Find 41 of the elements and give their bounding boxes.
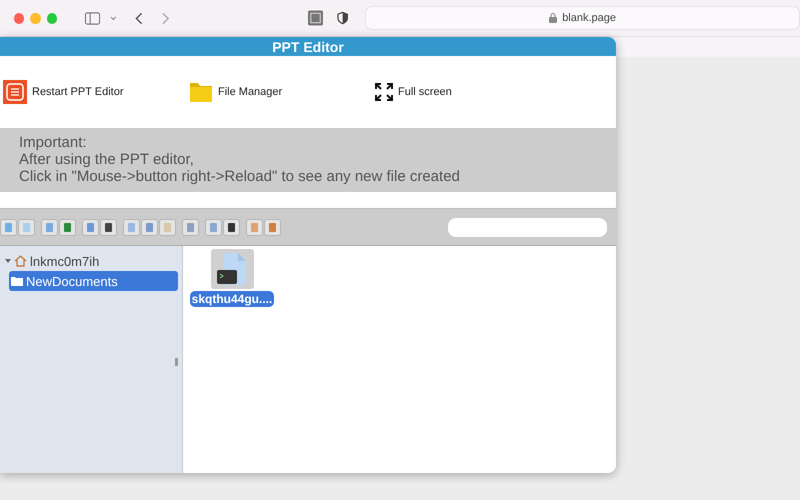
chevron-down-icon[interactable] bbox=[110, 16, 117, 20]
shield-icon[interactable] bbox=[336, 11, 348, 25]
notice-line: Important: bbox=[19, 134, 88, 151]
resize-handle[interactable] bbox=[175, 358, 178, 366]
close-button[interactable] bbox=[14, 12, 24, 24]
cut-button[interactable] bbox=[141, 218, 158, 236]
window-title: PPT Editor bbox=[0, 37, 616, 56]
folder-icon bbox=[11, 276, 23, 286]
folder-icon bbox=[189, 81, 213, 103]
address-bar[interactable]: blank.page bbox=[365, 6, 800, 30]
add-button[interactable] bbox=[264, 218, 281, 236]
notice-line: After using the PPT editor, bbox=[19, 151, 195, 168]
action-button[interactable]: File Manager bbox=[189, 81, 375, 103]
action-button[interactable]: Restart PPT Editor bbox=[3, 80, 189, 104]
minimize-button[interactable] bbox=[30, 12, 41, 24]
caret-icon[interactable] bbox=[5, 258, 11, 264]
select-button[interactable] bbox=[223, 218, 240, 236]
notice-line: Click in "Mouse->button right->Reload" to see any new file created bbox=[19, 168, 461, 185]
search-field[interactable] bbox=[448, 218, 607, 236]
file-name[interactable]: skqthu44gu.... bbox=[190, 291, 274, 307]
address-text: blank.page bbox=[562, 12, 616, 24]
tree-item[interactable]: lnkmc0m7ih bbox=[3, 251, 178, 271]
upload-button[interactable] bbox=[41, 218, 58, 236]
lock-icon bbox=[549, 13, 558, 23]
save-button[interactable] bbox=[100, 218, 117, 236]
tree-item[interactable]: NewDocuments bbox=[9, 271, 178, 291]
save-button[interactable] bbox=[59, 218, 76, 236]
sidebar-icon[interactable] bbox=[85, 12, 100, 24]
list-icon bbox=[3, 80, 27, 104]
copy-button[interactable] bbox=[123, 218, 140, 236]
extension-icon[interactable] bbox=[308, 10, 323, 26]
clipboard-button[interactable] bbox=[182, 218, 199, 236]
home-icon bbox=[14, 255, 27, 267]
grid-button[interactable] bbox=[246, 218, 263, 236]
fullscreen-icon bbox=[375, 83, 393, 101]
forward-button[interactable] bbox=[18, 218, 35, 236]
file-thumbnail[interactable] bbox=[210, 249, 254, 289]
action-button[interactable]: Full screen bbox=[375, 83, 561, 101]
zoom-button[interactable] bbox=[46, 12, 58, 24]
paste-button[interactable] bbox=[159, 218, 176, 236]
back-button[interactable] bbox=[0, 218, 17, 236]
